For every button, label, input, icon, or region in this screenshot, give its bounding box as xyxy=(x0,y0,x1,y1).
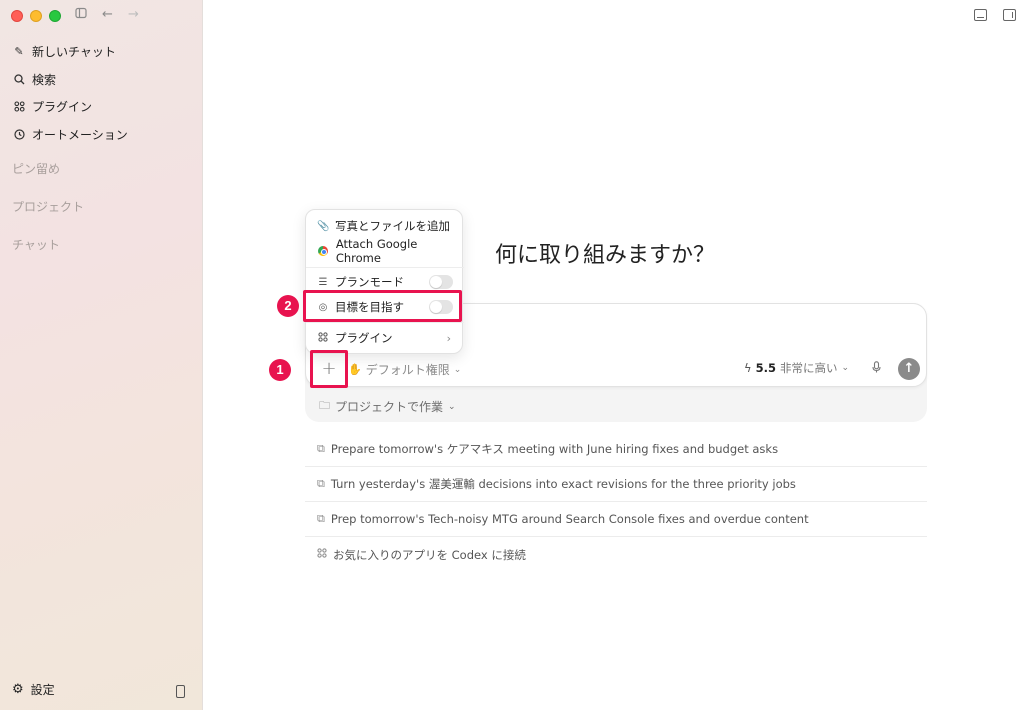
suggestion-item[interactable]: お気に入りのアプリを Codex に接続 xyxy=(305,537,927,572)
menu-item-label: プランモード xyxy=(335,275,404,289)
copy-icon: ⧉ xyxy=(317,512,325,525)
terminal-panel-icon[interactable] xyxy=(974,9,987,21)
highlight-box-goal xyxy=(303,290,462,322)
model-level: 非常に高い xyxy=(779,361,838,375)
menu-item-attach-chrome[interactable]: Attach Google Chrome xyxy=(306,237,464,265)
plan-mode-toggle[interactable] xyxy=(429,275,453,289)
copy-icon: ⧉ xyxy=(317,442,325,455)
menu-divider xyxy=(306,267,464,268)
permission-dropdown[interactable]: ✋ デフォルト権限 ⌄ xyxy=(348,361,461,378)
sidebar-item-automation[interactable]: オートメーション xyxy=(0,121,202,149)
menu-item-add-files[interactable]: 📎 写真とファイルを追加 xyxy=(306,215,464,237)
project-work-label: プロジェクトで作業 xyxy=(335,400,444,414)
attach-menu: 📎 写真とファイルを追加 Attach Google Chrome ☰ プランモ… xyxy=(305,209,464,354)
search-icon xyxy=(12,74,26,85)
project-work-dropdown[interactable]: 🗀 プロジェクトで作業 ⌄ xyxy=(319,397,456,416)
suggestion-text: Prep tomorrow's Tech-noisy MTG around Se… xyxy=(330,512,809,526)
suggestion-item[interactable]: ⧉ Prep tomorrow's Tech-noisy MTG around … xyxy=(305,502,927,537)
chevron-down-icon: ⌄ xyxy=(448,401,456,412)
permission-label: デフォルト権限 xyxy=(365,363,450,377)
clock-icon xyxy=(12,129,26,140)
sidebar-item-label: オートメーション xyxy=(32,127,128,142)
plugin-grid-icon xyxy=(12,101,26,112)
back-arrow-icon[interactable]: ← xyxy=(102,7,113,22)
send-button[interactable]: ↑ xyxy=(898,358,920,380)
annotation-badge-1: 1 xyxy=(269,359,291,381)
sidebar-item-label: 検索 xyxy=(32,72,57,87)
minimize-window-button[interactable] xyxy=(30,10,42,22)
edit-icon: ✎ xyxy=(14,45,24,59)
plugin-grid-icon xyxy=(317,548,327,561)
sidebar-toggle-icon[interactable] xyxy=(75,7,87,23)
settings-button[interactable]: ⚙ 設定 xyxy=(12,681,55,698)
menu-item-label: Attach Google Chrome xyxy=(335,237,418,265)
menu-divider xyxy=(306,322,464,323)
zoom-window-button[interactable] xyxy=(49,10,61,22)
page-title: 何に取り組みますか？ xyxy=(495,243,716,268)
chevron-right-icon: › xyxy=(446,331,451,345)
forward-arrow-icon[interactable]: → xyxy=(128,7,139,22)
microphone-icon[interactable] xyxy=(872,361,881,376)
right-panel-toggle-icon[interactable] xyxy=(1003,9,1016,21)
model-version: 5.5 xyxy=(755,361,776,375)
chevron-down-icon: ⌄ xyxy=(841,363,850,373)
suggestion-text: Prepare tomorrow's ケアマキス meeting with Ju… xyxy=(330,442,779,456)
suggestion-text: お気に入りのアプリを Codex に接続 xyxy=(333,547,526,562)
sidebar-item-label: 新しいチャット xyxy=(32,45,116,60)
suggestion-list: ⧉ Prepare tomorrow's ケアマキス meeting with … xyxy=(305,432,927,572)
sidebar-nav: ✎ 新しいチャット 検索 プラグイン オートメーション xyxy=(0,38,202,148)
settings-label: 設定 xyxy=(30,683,55,697)
highlight-box-plus xyxy=(310,350,348,388)
copy-icon: ⧉ xyxy=(317,477,325,490)
menu-item-plugins[interactable]: プラグイン › xyxy=(306,327,464,349)
section-chats[interactable]: チャット xyxy=(12,236,60,253)
suggestion-item[interactable]: ⧉ Prepare tomorrow's ケアマキス meeting with … xyxy=(305,432,927,467)
gear-icon: ⚙ xyxy=(12,682,24,697)
hand-icon: ✋ xyxy=(348,363,362,376)
close-window-button[interactable] xyxy=(11,10,23,22)
lightning-icon: ϟ xyxy=(744,361,752,375)
menu-item-label: プラグイン xyxy=(335,331,393,345)
suggestion-text: Turn yesterday's 渥美運輸 decisions into exa… xyxy=(330,477,796,491)
model-selector[interactable]: ϟ 5.5 非常に高い ⌄ xyxy=(744,360,849,376)
section-projects[interactable]: プロジェクト xyxy=(12,198,84,215)
checklist-icon: ☰ xyxy=(318,276,328,288)
paperclip-icon: 📎 xyxy=(317,220,330,232)
folder-icon: 🗀 xyxy=(319,399,330,412)
sidebar-item-search[interactable]: 検索 xyxy=(0,66,202,94)
chevron-down-icon: ⌄ xyxy=(453,364,462,375)
sidebar-item-label: プラグイン xyxy=(32,100,93,115)
app-window: ← → ✎ 新しいチャット 検索 プラグイン オートメーション ピン留め プロジ… xyxy=(0,0,1024,710)
section-pinned[interactable]: ピン留め xyxy=(12,160,60,177)
sidebar-item-new-chat[interactable]: ✎ 新しいチャット xyxy=(0,38,202,66)
chrome-icon xyxy=(318,246,328,256)
sidebar-item-plugins[interactable]: プラグイン xyxy=(0,93,202,121)
mobile-device-icon[interactable] xyxy=(176,685,185,698)
sidebar: ← → ✎ 新しいチャット 検索 プラグイン オートメーション ピン留め プロジ… xyxy=(0,0,202,710)
window-controls xyxy=(11,10,61,22)
annotation-badge-2: 2 xyxy=(277,295,299,317)
suggestion-item[interactable]: ⧉ Turn yesterday's 渥美運輸 decisions into e… xyxy=(305,467,927,502)
menu-item-label: 写真とファイルを追加 xyxy=(335,219,450,233)
plugin-grid-icon xyxy=(317,331,329,345)
